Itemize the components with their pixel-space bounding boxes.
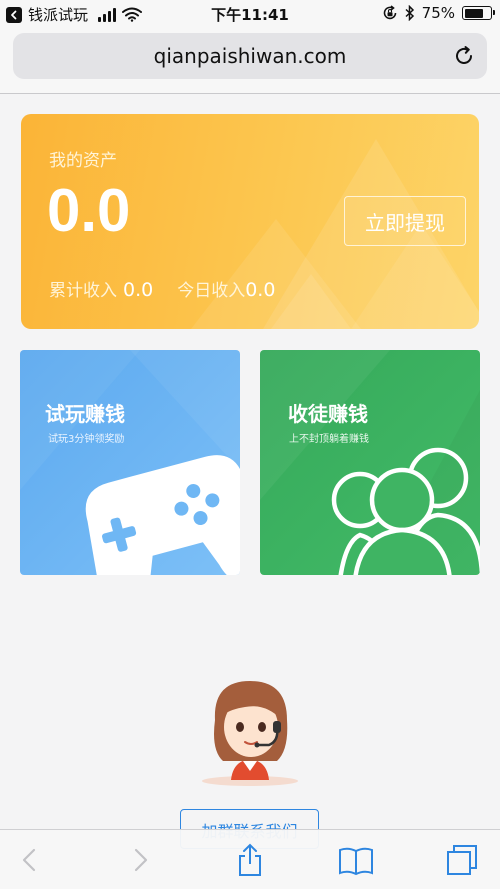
battery-icon	[462, 6, 495, 20]
asset-card: 我的资产 0.0 立即提现 累计收入 0.0 今日收入 0.0	[21, 114, 479, 329]
status-bar: 钱派试玩 下午11:41 75%	[0, 0, 500, 28]
customer-service-avatar	[195, 675, 305, 795]
asset-label: 我的资产	[49, 151, 117, 171]
people-icon	[260, 350, 480, 575]
battery-fill	[464, 8, 484, 18]
withdraw-button[interactable]: 立即提现	[344, 196, 466, 246]
battery-percent: 75%	[421, 4, 455, 22]
share-icon[interactable]	[232, 842, 268, 878]
income-row: 累计收入 0.0 今日收入 0.0	[49, 276, 275, 301]
tabs-icon[interactable]	[444, 842, 480, 878]
apprentice-earn-card[interactable]: 收徒赚钱 上不封顶躺着赚钱	[260, 350, 480, 575]
rotation-lock-icon	[383, 5, 396, 20]
trial-card-subtitle: 试玩3分钟领奖励	[48, 434, 125, 445]
browser-address-area: qianpaishiwan.com	[0, 28, 500, 94]
apprentice-card-title: 收徒赚钱	[288, 402, 368, 426]
status-right: 75%	[382, 4, 495, 22]
reload-icon[interactable]	[453, 45, 475, 67]
today-income-value: 0.0	[245, 279, 276, 301]
browser-toolbar	[0, 829, 500, 889]
bluetooth-icon	[405, 5, 414, 21]
bookmarks-icon[interactable]	[338, 842, 374, 878]
chevron-right-icon[interactable]	[122, 842, 158, 878]
total-income-label: 累计收入	[49, 281, 117, 301]
today-income-label: 今日收入	[177, 281, 246, 301]
address-bar[interactable]: qianpaishiwan.com	[13, 33, 487, 79]
trial-earn-card[interactable]: 试玩赚钱 试玩3分钟领奖励	[20, 350, 240, 575]
trial-card-title: 试玩赚钱	[45, 402, 125, 426]
asset-value: 0.0	[47, 177, 131, 244]
url-text[interactable]: qianpaishiwan.com	[154, 44, 347, 68]
chevron-left-icon[interactable]	[12, 842, 48, 878]
apprentice-card-subtitle: 上不封顶躺着赚钱	[289, 434, 369, 445]
customer-service-icon	[202, 681, 298, 786]
gamepad-icon	[20, 350, 240, 575]
total-income-value: 0.0	[123, 279, 154, 301]
